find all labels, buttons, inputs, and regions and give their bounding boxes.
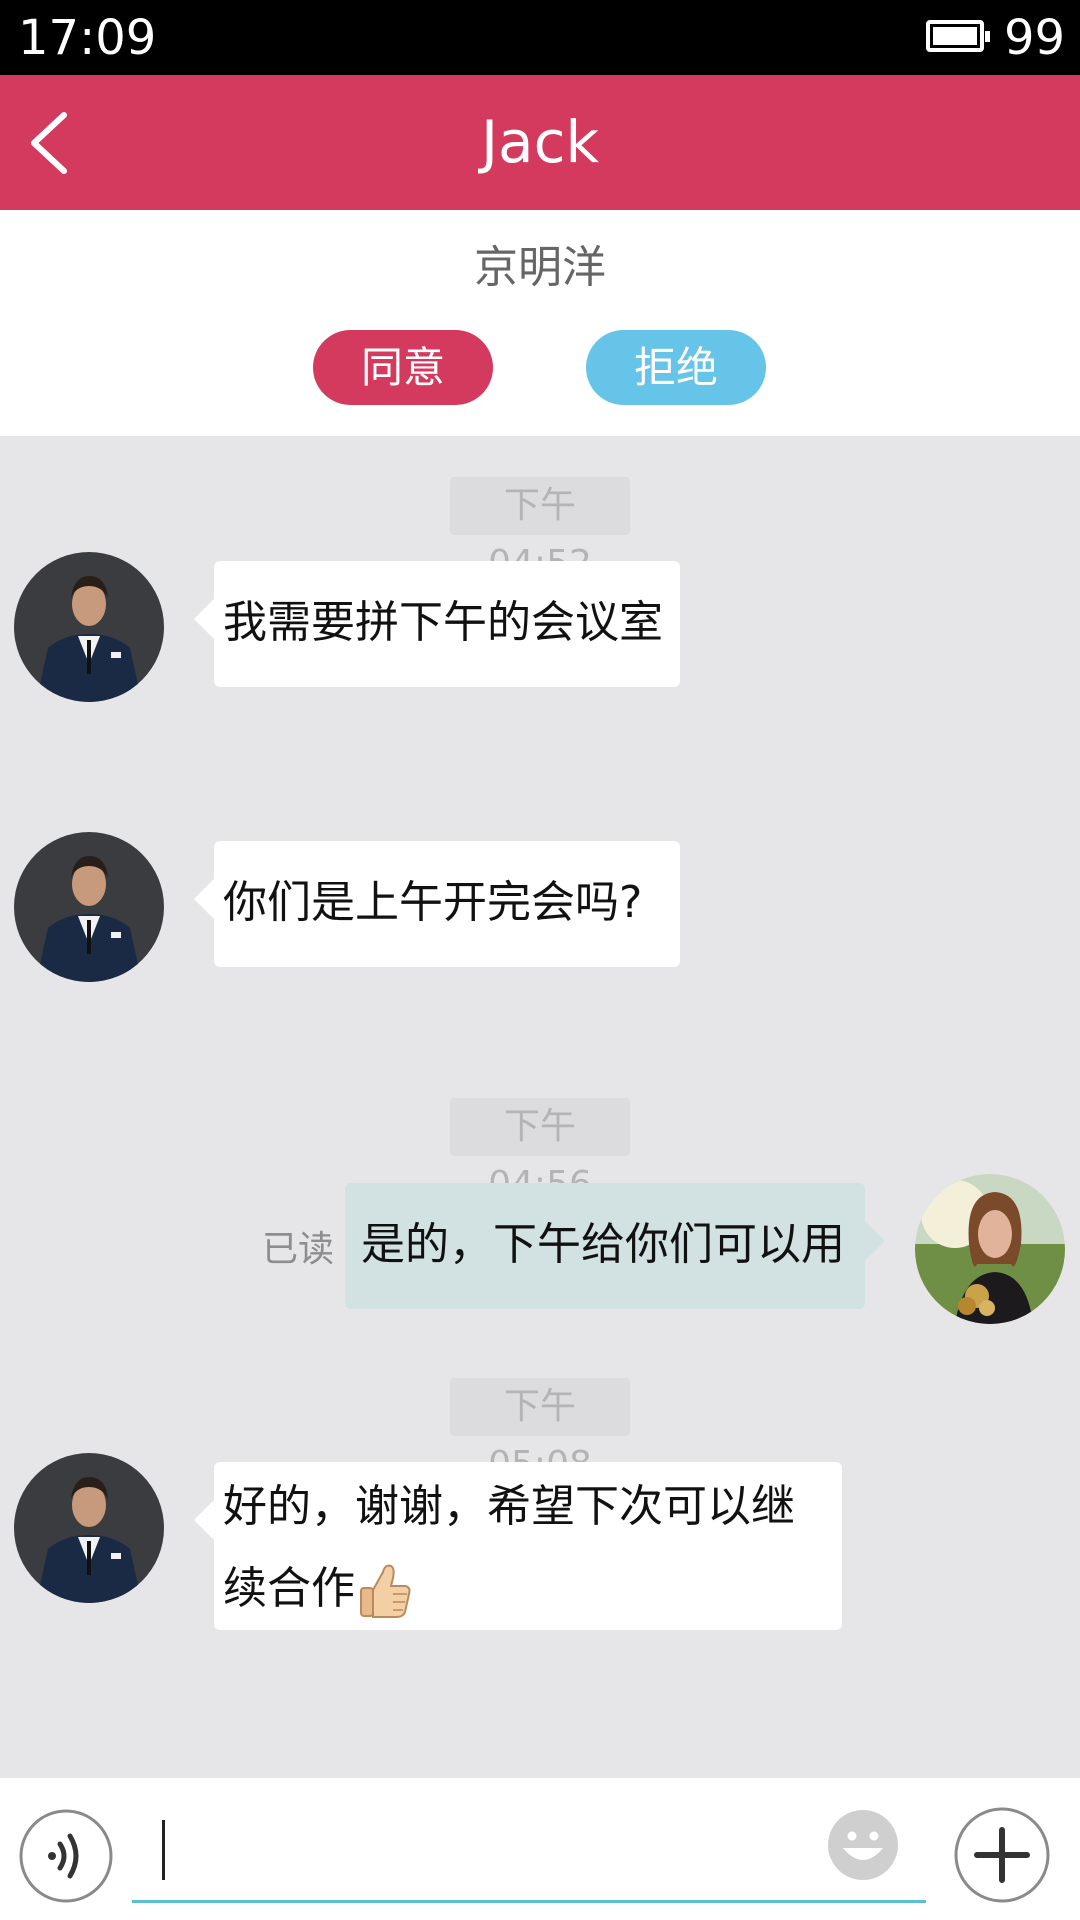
battery-level: 99 xyxy=(1004,10,1066,66)
contact-avatar[interactable] xyxy=(14,832,164,982)
input-bar xyxy=(0,1778,1080,1920)
message-timestamp: 下午 04:56 xyxy=(450,1098,630,1205)
message-bubble[interactable]: 好的，谢谢，希望下次可以继 续合作 xyxy=(194,1462,842,1630)
contact-avatar[interactable] xyxy=(14,552,164,702)
message-text: 你们是上午开完会吗? xyxy=(223,877,643,928)
status-bar: 17:09 99 xyxy=(0,0,1080,75)
status-time: 17:09 xyxy=(18,10,157,66)
reject-button[interactable]: 拒绝 xyxy=(586,330,766,405)
app-bar: Jack xyxy=(0,75,1080,210)
voice-input-icon[interactable] xyxy=(18,1808,114,1904)
read-receipt: 已读 xyxy=(262,1229,335,1270)
text-cursor xyxy=(162,1820,165,1880)
message-text-line-content: 续合作 xyxy=(223,1563,355,1614)
message-text-line: 好的，谢谢，希望下次可以继 xyxy=(223,1481,795,1532)
message-input[interactable] xyxy=(132,1798,926,1903)
message-bubble[interactable]: 是的，下午给你们可以用 xyxy=(345,1183,885,1309)
friend-request-panel: 京明洋 同意 拒绝 xyxy=(0,210,1080,436)
my-avatar[interactable] xyxy=(915,1174,1065,1324)
message-text: 是的，下午给你们可以用 xyxy=(361,1219,845,1270)
message-bubble[interactable]: 我需要拼下午的会议室 xyxy=(194,561,680,687)
plus-icon[interactable] xyxy=(953,1806,1051,1904)
agree-button[interactable]: 同意 xyxy=(313,330,493,405)
message-timestamp: 下午 05:08 xyxy=(450,1378,630,1485)
thumbs-up-icon xyxy=(357,1562,413,1620)
page-title: Jack xyxy=(480,108,600,176)
requester-name: 京明洋 xyxy=(474,242,606,293)
message-timestamp: 下午 04:52 xyxy=(450,477,630,584)
contact-avatar[interactable] xyxy=(14,1453,164,1603)
message-text-line: 续合作 xyxy=(223,1548,834,1630)
message-text: 我需要拼下午的会议室 xyxy=(223,597,663,648)
message-bubble[interactable]: 你们是上午开完会吗? xyxy=(194,841,680,967)
battery-icon xyxy=(926,20,990,52)
emoji-icon[interactable] xyxy=(826,1808,900,1882)
